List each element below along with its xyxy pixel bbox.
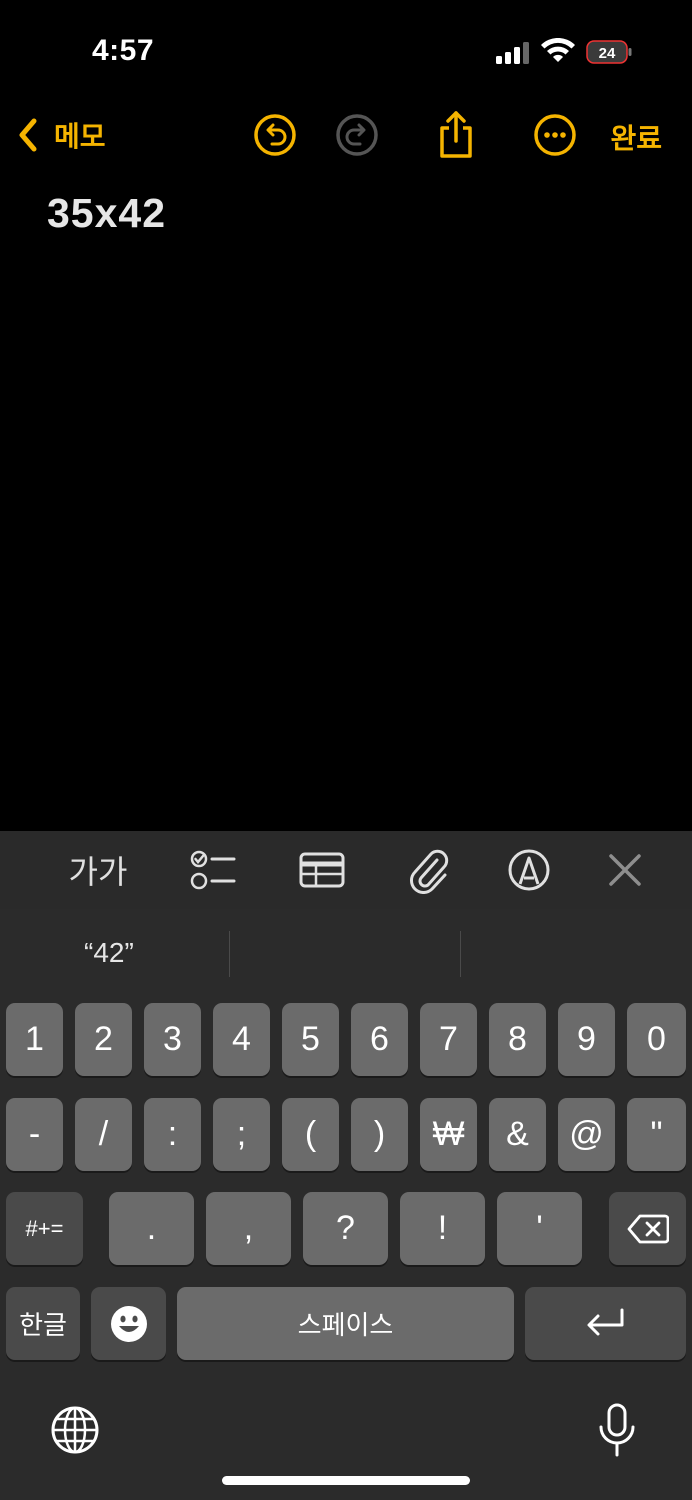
status-bar: 4:57 24 [0,0,692,100]
suggestion-divider [460,931,461,977]
attachment-button[interactable] [405,846,451,894]
key-comma[interactable]: , [206,1192,291,1265]
back-label: 메모 [54,121,106,152]
text-format-label: 가가 [68,854,128,890]
more-options-icon[interactable] [533,113,577,157]
key-open-paren[interactable]: ( [282,1098,339,1171]
key-won[interactable]: ₩ [420,1098,477,1171]
key-ampersand[interactable]: & [489,1098,546,1171]
key-8[interactable]: 8 [489,1003,546,1076]
key-question[interactable]: ? [303,1192,388,1265]
key-2[interactable]: 2 [75,1003,132,1076]
key-quote[interactable]: " [627,1098,686,1171]
key-colon[interactable]: : [144,1098,201,1171]
key-4[interactable]: 4 [213,1003,270,1076]
key-apostrophe[interactable]: ' [497,1192,582,1265]
space-key[interactable]: 스페이스 [177,1287,514,1360]
key-3[interactable]: 3 [144,1003,201,1076]
pen-tip-icon [508,849,550,891]
emoji-key[interactable] [91,1287,166,1360]
done-button[interactable]: 완료 [610,117,662,157]
key-5[interactable]: 5 [282,1003,339,1076]
key-period[interactable]: . [109,1192,194,1265]
battery-icon: 24 [586,40,632,64]
paperclip-icon [410,849,449,894]
delete-key[interactable] [609,1192,686,1265]
battery-level: 24 [599,45,616,62]
suggestion-bar: “42” [0,909,692,997]
wifi-icon [541,38,575,62]
suggestion-1[interactable]: “42” [84,937,134,969]
key-6[interactable]: 6 [351,1003,408,1076]
home-indicator [222,1476,470,1485]
keyboard: “42” 1 2 3 4 5 6 7 8 9 0 - / : ; ( ) ₩ &… [0,909,692,1500]
key-0[interactable]: 0 [627,1003,686,1076]
checklist-icon [190,850,236,890]
close-icon [609,854,641,886]
checklist-button[interactable] [189,846,237,894]
undo-icon[interactable] [253,113,297,157]
chevron-left-icon [19,118,37,152]
return-arrow-icon [587,1308,623,1335]
return-key[interactable] [525,1287,686,1360]
note-body-text[interactable]: 35x42 [47,190,166,237]
share-icon[interactable] [434,109,478,159]
key-close-paren[interactable]: ) [351,1098,408,1171]
globe-icon[interactable] [50,1405,100,1455]
suggestion-divider [229,931,230,977]
close-keyboard-button[interactable] [604,846,646,894]
table-button[interactable] [298,846,346,894]
cellular-signal-icon [496,42,529,64]
delete-backspace-icon [627,1214,669,1243]
key-exclamation[interactable]: ! [400,1192,485,1265]
table-icon [299,852,345,888]
key-9[interactable]: 9 [558,1003,615,1076]
nav-bar: 메모 완료 [0,105,692,165]
status-time: 4:57 [92,34,155,67]
key-7[interactable]: 7 [420,1003,477,1076]
text-format-button[interactable]: 가가 [68,846,128,894]
symbols-key[interactable]: #+= [6,1192,83,1265]
microphone-icon[interactable] [596,1403,638,1457]
key-hyphen[interactable]: - [6,1098,63,1171]
formatting-toolbar: 가가 [0,831,692,909]
hangul-key[interactable]: 한글 [6,1287,80,1360]
back-button[interactable]: 메모 [14,113,106,157]
emoji-icon [110,1305,147,1342]
key-slash[interactable]: / [75,1098,132,1171]
key-1[interactable]: 1 [6,1003,63,1076]
key-at[interactable]: @ [558,1098,615,1171]
redo-icon[interactable] [335,113,379,157]
markup-button[interactable] [506,846,552,894]
key-semicolon[interactable]: ; [213,1098,270,1171]
